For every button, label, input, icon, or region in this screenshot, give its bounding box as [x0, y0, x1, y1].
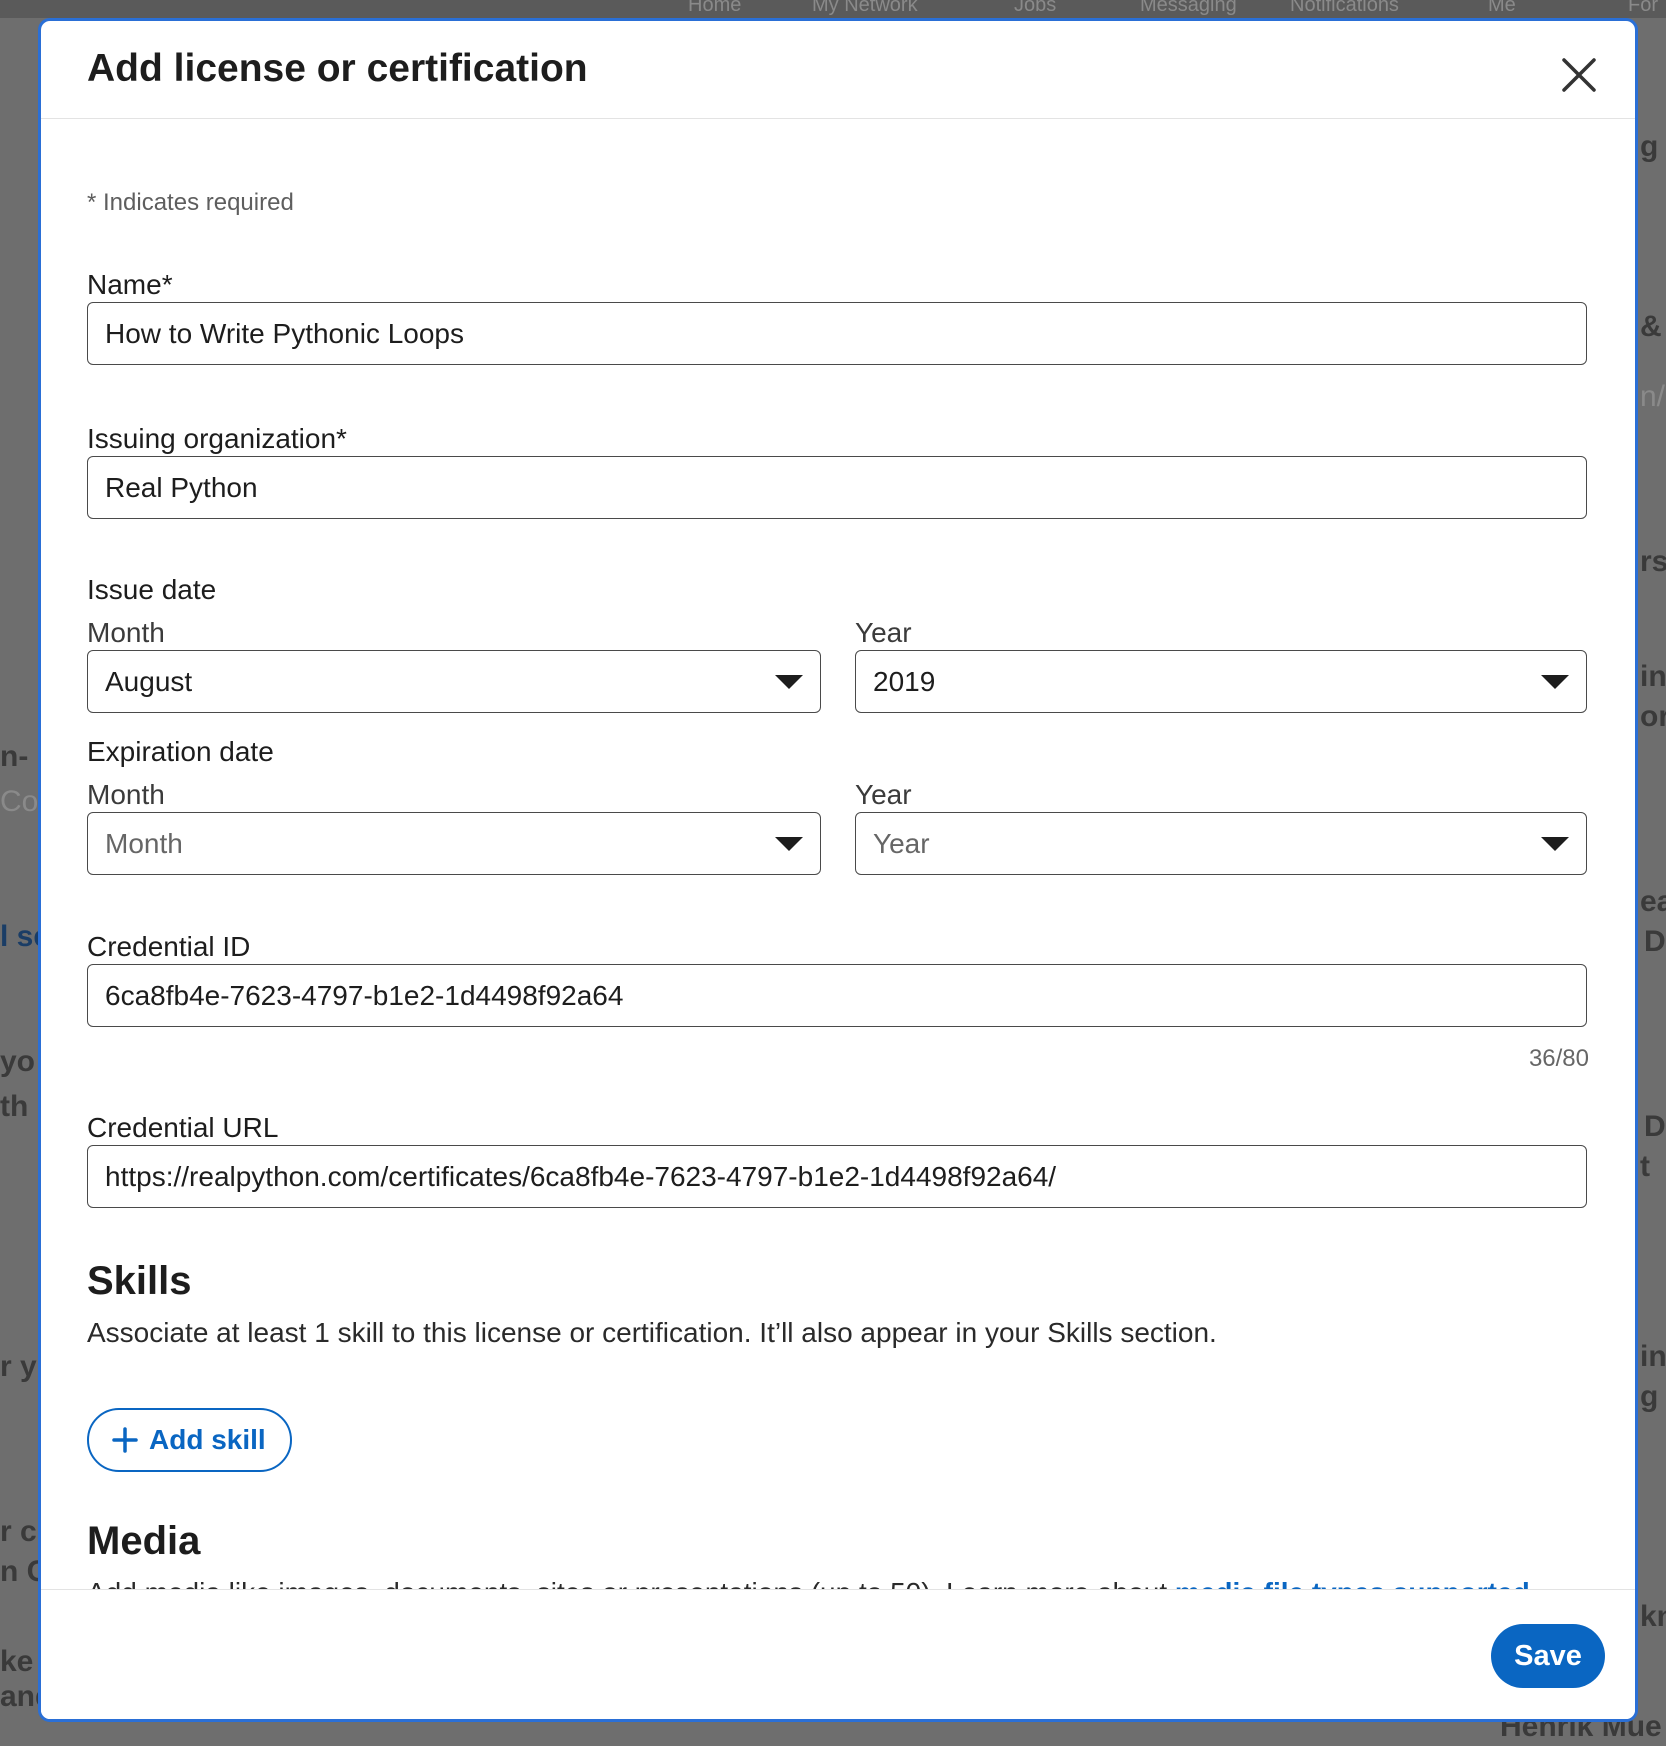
- issuing-org-label: Issuing organization*: [87, 423, 347, 454]
- caret-down-icon: [775, 674, 803, 689]
- expiration-year-select[interactable]: Year: [855, 812, 1587, 875]
- credential-id-input[interactable]: 6ca8fb4e-7623-4797-b1e2-1d4498f92a64: [87, 964, 1587, 1027]
- expiration-year-label: Year: [855, 779, 912, 810]
- expiration-year-placeholder: Year: [873, 827, 930, 859]
- bg-text: g: [1640, 130, 1659, 163]
- bg-nav-home: Home: [688, 0, 742, 16]
- caret-down-icon: [1541, 674, 1569, 689]
- issuing-org-input-value: Real Python: [105, 471, 258, 503]
- bg-text: ke: [0, 1645, 34, 1678]
- credential-url-label: Credential URL: [87, 1112, 279, 1143]
- issue-year-select[interactable]: 2019: [855, 650, 1587, 713]
- close-button[interactable]: [1555, 51, 1603, 99]
- bg-text: in: [1640, 660, 1666, 693]
- bg-nav-notifications: Notifications: [1290, 0, 1399, 16]
- bg-text: yo: [0, 1045, 36, 1078]
- caret-down-icon: [1541, 836, 1569, 851]
- bg-text: th: [0, 1090, 29, 1123]
- bg-text: D: [1644, 1110, 1666, 1143]
- bg-text: Co: [0, 785, 39, 818]
- background-nav: Home My Network Jobs Messaging Notificat…: [0, 0, 1666, 18]
- credential-id-value: 6ca8fb4e-7623-4797-b1e2-1d4498f92a64: [105, 979, 624, 1011]
- bg-nav-for: For: [1628, 0, 1658, 16]
- media-heading: Media: [87, 1519, 201, 1563]
- bg-text: or: [1640, 700, 1666, 733]
- dialog-title: Add license or certification: [87, 47, 588, 90]
- bg-text: rs: [1640, 545, 1666, 578]
- plus-icon: [112, 1427, 138, 1453]
- credential-url-input[interactable]: https://realpython.com/certificates/6ca8…: [87, 1145, 1587, 1208]
- add-license-dialog: Add license or certification * Indicates…: [38, 18, 1638, 1722]
- bg-text: g: [1640, 1380, 1659, 1413]
- bg-text: ea: [1640, 885, 1666, 918]
- bg-text: in: [1640, 1340, 1666, 1373]
- bg-nav-jobs: Jobs: [1014, 0, 1057, 16]
- issuing-org-input[interactable]: Real Python: [87, 456, 1587, 519]
- expiration-month-label: Month: [87, 779, 165, 810]
- character-counter: 36/80: [1528, 1045, 1589, 1072]
- add-skill-button[interactable]: Add skill: [87, 1408, 292, 1472]
- credential-id-label: Credential ID: [87, 931, 251, 962]
- credential-url-value: https://realpython.com/certificates/6ca8…: [105, 1160, 1057, 1192]
- caret-down-icon: [775, 836, 803, 851]
- dialog-header: Add license or certification: [41, 21, 1635, 119]
- issue-year-label: Year: [855, 617, 912, 648]
- name-input-value: How to Write Pythonic Loops: [105, 317, 464, 349]
- issue-date-label: Issue date: [87, 574, 217, 605]
- bg-text: r c: [0, 1515, 37, 1548]
- expiration-date-label: Expiration date: [87, 736, 274, 767]
- expiration-month-placeholder: Month: [105, 827, 183, 859]
- bg-text: n-: [0, 740, 29, 773]
- skills-heading: Skills: [87, 1259, 192, 1303]
- save-button[interactable]: Save: [1491, 1624, 1605, 1688]
- name-input[interactable]: How to Write Pythonic Loops: [87, 302, 1587, 365]
- required-note: * Indicates required: [87, 189, 294, 216]
- bg-text: n/l: [1640, 380, 1666, 413]
- bg-text: r y: [0, 1350, 37, 1383]
- issue-year-value: 2019: [873, 665, 936, 697]
- add-skill-label: Add skill: [149, 1424, 266, 1455]
- bg-text: t: [1640, 1150, 1650, 1183]
- bg-text: kn: [1640, 1600, 1666, 1633]
- issue-month-value: August: [105, 665, 193, 697]
- bg-text: &: [1640, 310, 1662, 343]
- expiration-month-select[interactable]: Month: [87, 812, 821, 875]
- issue-month-select[interactable]: August: [87, 650, 821, 713]
- bg-nav-me: Me: [1488, 0, 1516, 16]
- skills-description: Associate at least 1 skill to this licen…: [87, 1317, 1217, 1348]
- bg-text: D: [1644, 925, 1666, 958]
- issue-month-label: Month: [87, 617, 165, 648]
- bg-nav-network: My Network: [812, 0, 918, 16]
- name-label: Name*: [87, 269, 173, 300]
- bg-nav-messaging: Messaging: [1140, 0, 1237, 16]
- dialog-footer: Save: [41, 1589, 1635, 1719]
- close-icon: [1562, 58, 1596, 92]
